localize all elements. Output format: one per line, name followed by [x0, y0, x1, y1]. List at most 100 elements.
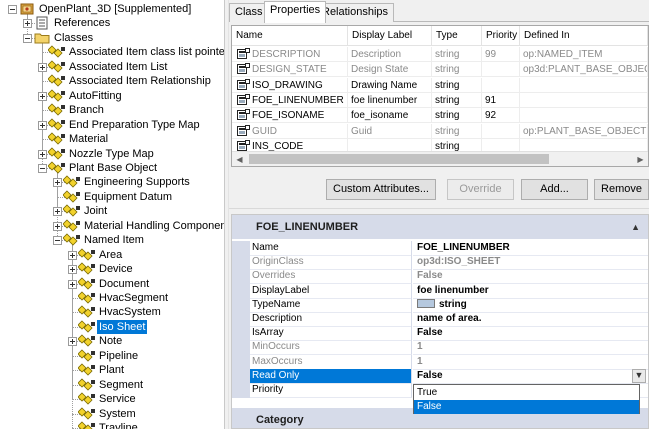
- expand-plus-icon[interactable]: [38, 120, 47, 130]
- tab-relationships[interactable]: Relationships: [316, 3, 395, 22]
- tree-item-branch[interactable]: Branch: [0, 103, 224, 117]
- expand-plus-icon[interactable]: [38, 149, 47, 159]
- property-row-typename[interactable]: TypeName string: [232, 297, 648, 313]
- tab-class[interactable]: Class: [229, 3, 269, 22]
- tree-item-document[interactable]: Document: [0, 276, 224, 291]
- tree-item-pipeline[interactable]: Pipeline: [0, 349, 224, 363]
- tree-item-trayline[interactable]: Trayline: [0, 421, 224, 429]
- dropdown-option-true[interactable]: True: [414, 386, 639, 400]
- collapse-minus-icon[interactable]: [8, 5, 17, 14]
- dropdown-option-false[interactable]: False: [414, 400, 639, 414]
- table-row[interactable]: DESCRIPTION Description string 99 op:NAMED_I…: [232, 47, 648, 62]
- class-tree[interactable]: OpenPlant_3D [Supplemented] References Cla…: [0, 0, 224, 429]
- add-button[interactable]: Add...: [521, 179, 588, 200]
- column-header-name[interactable]: Name: [232, 26, 348, 46]
- property-value[interactable]: foe linenumber: [413, 284, 648, 299]
- expand-plus-icon[interactable]: [68, 265, 77, 275]
- tree-item-system[interactable]: System: [0, 407, 224, 421]
- expand-plus-icon[interactable]: [53, 207, 62, 217]
- tree-item-material[interactable]: Material: [0, 132, 224, 146]
- property-value[interactable]: False: [413, 326, 648, 342]
- property-row-originclass[interactable]: OriginClass op3d:ISO_SHEET: [232, 255, 648, 271]
- tree-item-autofitting[interactable]: AutoFitting: [0, 89, 224, 103]
- tree-item-note[interactable]: Note: [0, 334, 224, 348]
- tree-item-associated-item-relationship[interactable]: Associated Item Relationship: [0, 74, 224, 88]
- column-header-defined-in[interactable]: Defined In: [520, 26, 648, 46]
- tree-item-segment[interactable]: Segment: [0, 378, 224, 392]
- property-value[interactable]: 1: [413, 355, 648, 370]
- tree-item-label: Associated Item List: [69, 60, 168, 73]
- property-row-maxoccurs[interactable]: MaxOccurs 1: [232, 354, 648, 370]
- grid-horizontal-scrollbar[interactable]: ◀ ▶: [232, 151, 648, 166]
- collapse-minus-icon[interactable]: [38, 163, 47, 173]
- table-row[interactable]: GUID Guid string op:PLANT_BASE_OBJECT: [232, 123, 648, 139]
- tab-properties[interactable]: Properties: [264, 1, 327, 23]
- tree-item-area[interactable]: Area: [0, 248, 224, 262]
- tree-item-hvacsegment[interactable]: HvacSegment: [0, 291, 224, 305]
- table-row[interactable]: FOE_LINENUMBER foe linenumber string 91: [232, 92, 648, 108]
- collapse-up-icon[interactable]: ▲: [631, 215, 640, 239]
- tree-item-plant[interactable]: Plant: [0, 363, 224, 377]
- tree-item-named-item[interactable]: Named Item: [0, 233, 224, 247]
- tree-item-joint[interactable]: Joint: [0, 204, 224, 218]
- column-header-display-label[interactable]: Display Label: [348, 26, 432, 46]
- tree-item-references[interactable]: References: [0, 16, 224, 30]
- tree-item-engineering-supports[interactable]: Engineering Supports: [0, 175, 224, 189]
- tree-item-associated-item-list[interactable]: Associated Item List: [0, 60, 224, 74]
- tree-item-openplant-3d-supplemented[interactable]: OpenPlant_3D [Supplemented]: [0, 2, 224, 16]
- property-row-description[interactable]: Description name of area.: [232, 312, 648, 327]
- property-row-read-only[interactable]: Read Only False ▼: [232, 368, 648, 384]
- tree-item-plant-base-object[interactable]: Plant Base Object: [0, 161, 224, 175]
- read-only-dropdown-list[interactable]: True False: [413, 384, 640, 414]
- expand-plus-icon[interactable]: [38, 91, 47, 101]
- property-value[interactable]: False ▼: [413, 368, 648, 384]
- tree-item-device[interactable]: Device: [0, 262, 224, 276]
- property-value[interactable]: False: [413, 269, 648, 285]
- property-row-displaylabel[interactable]: DisplayLabel foe linenumber: [232, 283, 648, 299]
- property-value[interactable]: op3d:ISO_SHEET: [413, 255, 648, 271]
- custom-attributes-button[interactable]: Custom Attributes...: [326, 179, 436, 200]
- remove-button[interactable]: Remove: [594, 179, 649, 200]
- table-row[interactable]: FOE_ISONAME foe_isoname string 92: [232, 108, 648, 124]
- expand-plus-icon[interactable]: [38, 62, 47, 72]
- column-header-priority[interactable]: Priority: [482, 26, 520, 46]
- property-row-name[interactable]: Name FOE_LINENUMBER: [232, 241, 648, 256]
- tree-item-iso-sheet[interactable]: Iso Sheet: [0, 319, 224, 334]
- tree-item-equipment-datum[interactable]: Equipment Datum: [0, 190, 224, 204]
- property-value[interactable]: 1: [413, 340, 648, 356]
- table-row[interactable]: ISO_DRAWING Drawing Name string: [232, 77, 648, 93]
- property-value[interactable]: name of area.: [413, 312, 648, 327]
- collapse-minus-icon[interactable]: [53, 236, 62, 246]
- scroll-thumb[interactable]: [249, 154, 549, 164]
- chevron-down-icon[interactable]: ▼: [632, 368, 646, 383]
- property-row-minoccurs[interactable]: MinOccurs 1: [232, 340, 648, 356]
- grid-cell-defined-in: op:PLANT_BASE_OBJECT: [520, 123, 648, 139]
- scroll-right-icon[interactable]: ▶: [633, 152, 648, 166]
- scroll-left-icon[interactable]: ◀: [232, 152, 247, 166]
- expand-plus-icon[interactable]: [68, 279, 77, 289]
- tree-item-associated-item-class-list-pointer[interactable]: Associated Item class list pointer: [0, 45, 224, 59]
- expand-plus-icon[interactable]: [53, 221, 62, 231]
- expand-plus-icon[interactable]: [68, 337, 77, 347]
- panel-splitter[interactable]: [229, 208, 649, 213]
- tree-item-nozzle-type-map[interactable]: Nozzle Type Map: [0, 146, 224, 161]
- properties-grid[interactable]: Name Display Label Type Priority Defined…: [231, 25, 649, 167]
- override-button[interactable]: Override: [447, 179, 514, 200]
- tree-item-end-preparation-type-map[interactable]: End Preparation Type Map: [0, 118, 224, 132]
- column-header-type[interactable]: Type: [432, 26, 482, 46]
- property-row-isarray[interactable]: IsArray False: [232, 326, 648, 342]
- tree-item-material-handling-component[interactable]: Material Handling Component: [0, 219, 224, 233]
- expand-plus-icon[interactable]: [23, 19, 32, 29]
- property-value[interactable]: FOE_LINENUMBER: [413, 241, 648, 256]
- property-row-overrides[interactable]: Overrides False: [232, 269, 648, 285]
- table-row[interactable]: DESIGN_STATE Design State string op3d:PLANT…: [232, 62, 648, 78]
- property-section-header[interactable]: FOE_LINENUMBER ▲: [232, 215, 648, 239]
- tree-item-classes[interactable]: Classes: [0, 31, 224, 45]
- tree-item-hvacsystem[interactable]: HvacSystem: [0, 305, 224, 319]
- expand-plus-icon[interactable]: [53, 178, 62, 188]
- tree-item-service[interactable]: Service: [0, 392, 224, 406]
- collapse-minus-icon[interactable]: [23, 33, 32, 43]
- row-margin: [232, 326, 250, 342]
- property-value[interactable]: string: [413, 298, 648, 313]
- expand-plus-icon[interactable]: [68, 250, 77, 260]
